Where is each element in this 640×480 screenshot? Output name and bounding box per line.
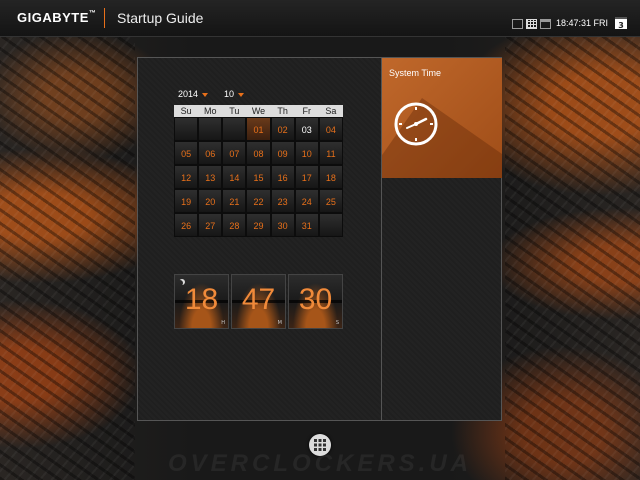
calendar-weekday-header: Su Mo Tu We Th Fr Sa [174,105,343,117]
calendar-day[interactable]: 08 [246,141,271,165]
main-panel: 2014 10 Su Mo Tu We Th Fr Sa 01 02 03 04 05 06 07 08 0… [137,57,502,421]
calendar-day[interactable]: 04 [318,117,343,141]
weekday-label: Fr [302,106,312,116]
calendar-day[interactable]: 22 [246,189,271,213]
weekday-label: Th [277,106,288,116]
calendar-day[interactable]: 30 [270,213,295,237]
system-time-tile[interactable]: System Time [382,58,502,178]
minutes-value: 47 [241,283,276,316]
calendar-day[interactable]: 05 [174,141,199,165]
year-dropdown-icon[interactable] [202,92,209,97]
calendar-day[interactable]: 07 [222,141,247,165]
lava-rock-right [505,36,640,480]
month-dropdown-icon[interactable] [238,92,245,97]
title-bar: GIGABYTE™ Startup Guide 18:47:31 FRI 3 [0,0,640,37]
calendar-day[interactable]: 31 [294,213,319,237]
weekday-label: Sa [325,106,337,116]
calendar-grid: 01 02 03 04 05 06 07 08 09 10 11 12 13 14 15 16 17 18 19 20… [174,117,343,237]
calendar-day[interactable]: 24 [294,189,319,213]
weekday-label: We [251,106,266,116]
seconds-unit: S [335,320,339,326]
hours-value: 18 [184,283,219,316]
calendar-empty-cell [198,117,223,141]
watermark: OVERCLOCKERS.UA [167,450,473,477]
calendar-day[interactable]: 13 [198,165,223,189]
calendar-day[interactable]: 26 [174,213,199,237]
calendar-day[interactable]: 19 [174,189,199,213]
calendar-day[interactable]: 18 [318,165,343,189]
clock-icon [394,102,438,146]
calendar-day[interactable]: 11 [318,141,343,165]
calendar-day[interactable]: 12 [174,165,199,189]
lava-rock-left [0,36,135,480]
calendar-day[interactable]: 17 [294,165,319,189]
calendar-day[interactable]: 15 [246,165,271,189]
calendar-day[interactable]: 01 [246,117,271,141]
calendar-day[interactable]: 20 [198,189,223,213]
clock-minutes: 47 M [231,274,286,329]
calendar-day[interactable]: 29 [246,213,271,237]
calendar-day[interactable]: 16 [270,165,295,189]
tile-label: System Time [389,68,442,78]
app-title: Startup Guide [117,10,204,26]
calendar-day[interactable]: 25 [318,189,343,213]
calendar-empty-cell [318,213,343,237]
calendar-day[interactable]: 27 [198,213,223,237]
calendar-day-icon[interactable]: 3 [615,17,627,30]
year-value: 2014 [178,89,199,99]
calendar-day[interactable]: 14 [222,165,247,189]
calendar-day[interactable]: 28 [222,213,247,237]
calendar-day[interactable]: 09 [270,141,295,165]
weekday-label: Mo [203,106,217,116]
title-separator [104,8,105,28]
calendar-day[interactable]: 21 [222,189,247,213]
hours-unit: H [221,320,225,326]
minutes-unit: M [277,320,282,326]
calendar-day[interactable]: 06 [198,141,223,165]
calendar-empty-cell [174,117,199,141]
clock-seconds: 30 S [288,274,343,329]
flip-clock: 18 H 47 M 30 S [174,274,343,329]
hd-icon[interactable] [512,19,523,29]
year-select[interactable]: 2014 [178,89,209,99]
calendar-empty-cell [222,117,247,141]
calendar: Su Mo Tu We Th Fr Sa 01 02 03 04 05 06 07 08 09 10 11 12 1… [174,105,343,237]
weekday-label: Tu [229,106,240,116]
window-icon[interactable] [540,19,551,29]
clock-hours: 18 H [174,274,229,329]
seconds-value: 30 [298,283,333,316]
calendar-day[interactable]: 23 [270,189,295,213]
calendar-day[interactable]: 03 [294,117,319,141]
calendar-day[interactable]: 02 [270,117,295,141]
month-select[interactable]: 10 [224,89,245,99]
view-mode-icons [512,19,551,29]
brand-logo: GIGABYTE™ [17,10,97,25]
grid-view-icon[interactable] [526,19,537,29]
weekday-label: Su [180,106,192,116]
system-clock-text: 18:47:31 FRI [556,18,609,28]
month-value: 10 [224,89,235,99]
calendar-day[interactable]: 10 [294,141,319,165]
